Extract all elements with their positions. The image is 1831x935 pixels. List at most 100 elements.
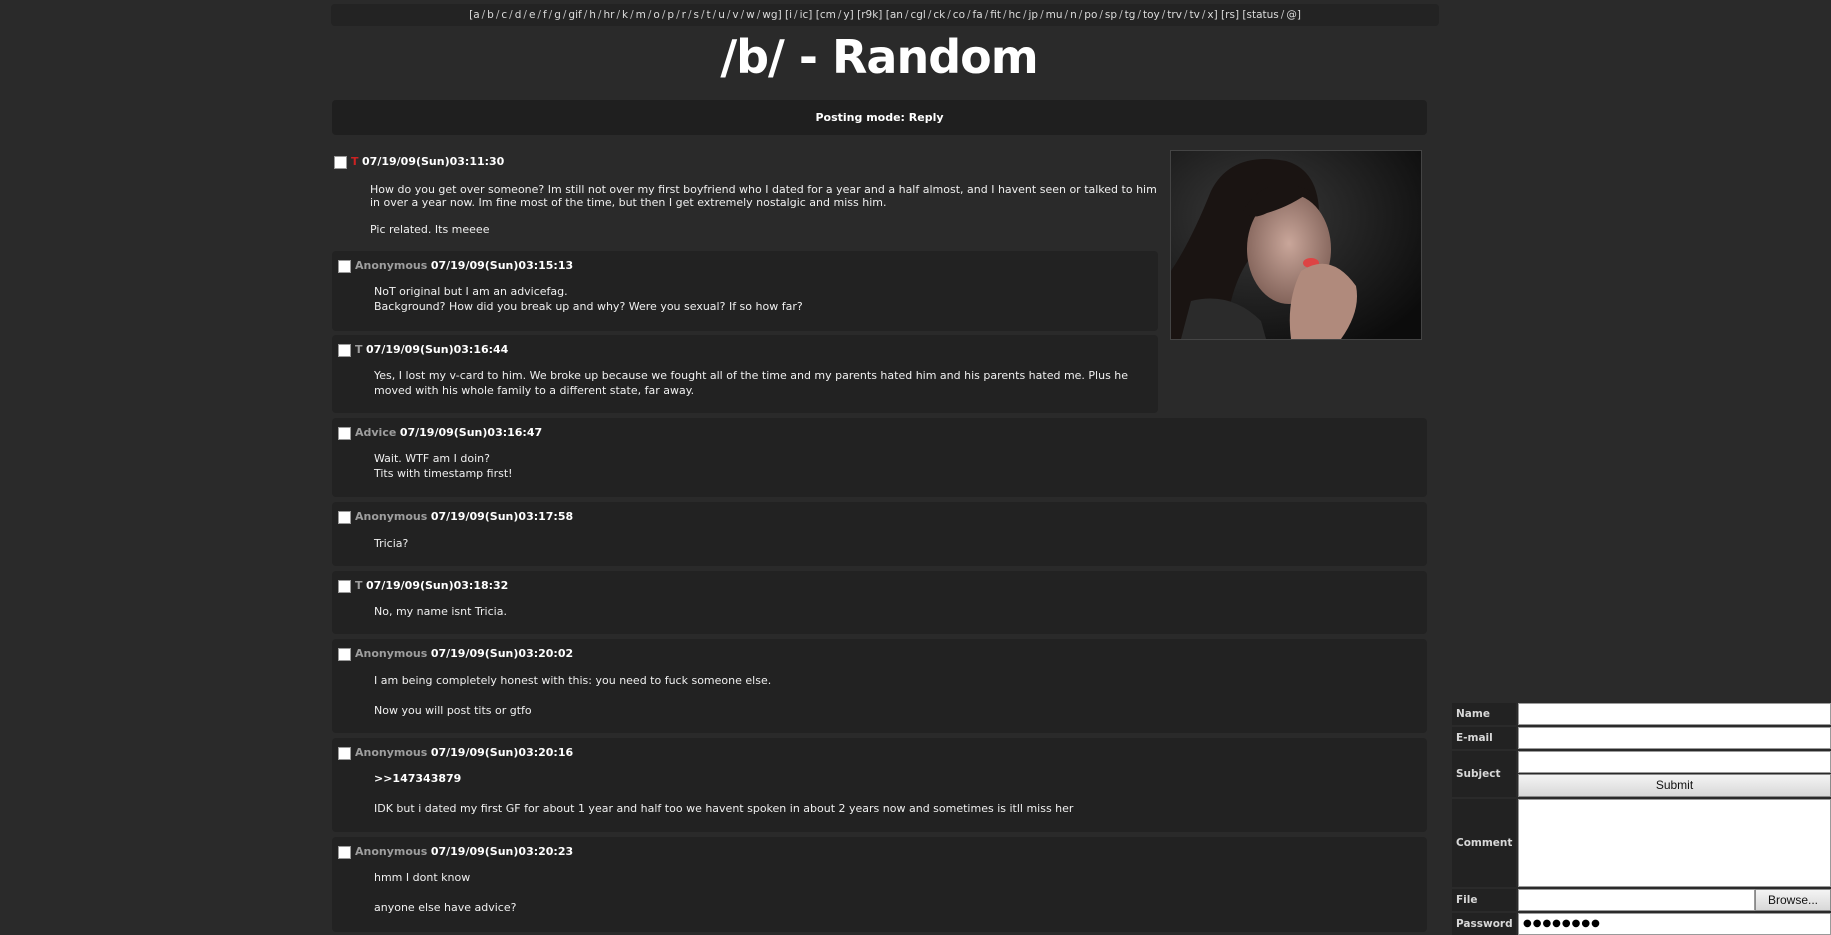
nav-board-link-cgl[interactable]: cgl (910, 9, 925, 21)
quote-link[interactable]: >>147343879 (374, 772, 461, 785)
nav-board-link-gif[interactable]: gif (568, 9, 581, 21)
submit-button[interactable]: Submit (1518, 774, 1831, 797)
nav-board-link-u[interactable]: u (718, 9, 725, 21)
nav-board-link-n[interactable]: n (1070, 9, 1077, 21)
nav-board-link-tg[interactable]: tg (1125, 9, 1136, 21)
nav-board-link-o[interactable]: o (653, 9, 659, 21)
nav-separator: / (927, 9, 932, 21)
reply-timestamp: 07/19/09(Sun)03:16:47 (399, 426, 543, 439)
nav-board-link-co[interactable]: co (953, 9, 965, 21)
nav-board-link-t[interactable]: t (707, 9, 711, 21)
name-input[interactable] (1518, 703, 1831, 725)
reply-post: Advice 07/19/09(Sun)03:16:47 Wait. WTF a… (332, 418, 1427, 497)
reply-header: Anonymous 07/19/09(Sun)03:20:23 (338, 845, 573, 859)
nav-separator: / (562, 9, 567, 21)
op-thumbnail-image[interactable] (1170, 150, 1422, 340)
reply-header: Anonymous 07/19/09(Sun)03:15:13 (338, 259, 573, 273)
email-input[interactable] (1518, 727, 1831, 749)
poster-name: T (355, 343, 363, 356)
nav-board-link-s[interactable]: s (693, 9, 698, 21)
nav-board-link-p[interactable]: p (667, 9, 674, 21)
nav-board-link-status[interactable]: status (1247, 9, 1279, 21)
nav-separator: / (904, 9, 909, 21)
nav-board-link-mu[interactable]: mu (1046, 9, 1063, 21)
nav-separator: / (1137, 9, 1141, 21)
reply-body: NoT original but I am an advicefag. Back… (374, 285, 803, 314)
nav-board-link-toy[interactable]: toy (1143, 9, 1160, 21)
nav-board-link-w[interactable]: w (746, 9, 755, 21)
reply-text: IDK but i dated my first GF for about 1 … (374, 801, 1074, 815)
nav-board-link-a[interactable]: a (473, 9, 479, 21)
nav-board-link-rs[interactable]: rs (1225, 9, 1235, 21)
nav-board-link-hc[interactable]: hc (1009, 9, 1021, 21)
nav-board-link-f[interactable]: f (543, 9, 547, 21)
reply-body: Tricia? (374, 537, 408, 552)
email-label: E-mail (1452, 727, 1516, 749)
nav-separator: / (647, 9, 652, 21)
nav-board-link-r[interactable]: r (682, 9, 686, 21)
nav-board-link-g[interactable]: g (554, 9, 561, 21)
nav-separator: / (794, 9, 798, 21)
nav-board-link-m[interactable]: m (636, 9, 646, 21)
nav-separator: / (597, 9, 602, 21)
nav-board-link-r9k[interactable]: r9k (861, 9, 878, 21)
nav-board-link-fit[interactable]: fit (990, 9, 1001, 21)
nav-board-link-v[interactable]: v (732, 9, 738, 21)
board-title: /b/ - Random (720, 30, 1038, 84)
nav-board-link-hr[interactable]: hr (603, 9, 614, 21)
nav-separator: / (947, 9, 951, 21)
nav-board-link-sp[interactable]: sp (1105, 9, 1117, 21)
nav-board-link-tv[interactable]: tv (1189, 9, 1199, 21)
reply-body: hmm I dont know anyone else have advice? (374, 871, 516, 915)
nav-board-link-d[interactable]: d (515, 9, 522, 21)
reply-header: Advice 07/19/09(Sun)03:16:47 (338, 426, 542, 440)
nav-board-link-c[interactable]: c (501, 9, 507, 21)
reply-select-checkbox[interactable] (338, 579, 351, 593)
nav-board-link-fa[interactable]: fa (973, 9, 983, 21)
nav-board-link-wg[interactable]: wg (762, 9, 777, 21)
nav-board-link-i[interactable]: i (789, 9, 792, 21)
board-navigation: [a / b / c / d / e / f / g / gif / h / hr / k / m / o / p / r / s / t / u /… (331, 4, 1439, 26)
subject-input[interactable] (1518, 751, 1831, 773)
file-label: File (1452, 889, 1516, 911)
nav-board-link-trv[interactable]: trv (1167, 9, 1182, 21)
reply-select-checkbox[interactable] (338, 746, 351, 760)
nav-separator: / (1002, 9, 1007, 21)
reply-body: Yes, I lost my v-card to him. We broke u… (374, 369, 1134, 398)
nav-separator: / (661, 9, 666, 21)
nav-separator: / (616, 9, 620, 21)
nav-board-link-jp[interactable]: jp (1029, 9, 1039, 21)
reply-select-checkbox[interactable] (338, 845, 351, 859)
nav-board-link-po[interactable]: po (1084, 9, 1097, 21)
nav-board-link-an[interactable]: an (890, 9, 903, 21)
op-select-checkbox[interactable] (334, 155, 347, 169)
op-post: T 07/19/09(Sun)03:11:30 How do you get o… (334, 155, 1164, 236)
browse-button[interactable]: Browse... (1755, 889, 1831, 911)
reply-select-checkbox[interactable] (338, 426, 351, 440)
nav-board-link-[interactable]: @ (1286, 9, 1297, 21)
nav-separator: / (1099, 9, 1103, 21)
file-path-input[interactable] (1518, 889, 1755, 911)
comment-textarea[interactable] (1518, 799, 1831, 887)
nav-separator: / (1280, 9, 1285, 21)
op-body-text: How do you get over someone? Im still no… (370, 182, 1157, 209)
nav-board-link-cm[interactable]: cm (820, 9, 836, 21)
reply-select-checkbox[interactable] (338, 259, 351, 273)
nav-board-link-ic[interactable]: ic (800, 9, 809, 21)
reply-select-checkbox[interactable] (338, 510, 351, 524)
poster-name: Anonymous (355, 510, 428, 523)
nav-board-link-k[interactable]: k (622, 9, 628, 21)
name-label: Name (1452, 703, 1516, 725)
nav-board-link-e[interactable]: e (529, 9, 535, 21)
nav-board-link-b[interactable]: b (487, 9, 494, 21)
reply-select-checkbox[interactable] (338, 647, 351, 661)
nav-separator: / (687, 9, 692, 21)
nav-board-link-ck[interactable]: ck (933, 9, 945, 21)
poster-name: Advice (355, 426, 397, 439)
reply-text: No, my name isnt Tricia. (374, 605, 507, 618)
reply-select-checkbox[interactable] (338, 343, 351, 357)
reply-body: No, my name isnt Tricia. (374, 605, 507, 620)
password-input[interactable]: ●●●●●●●● (1518, 913, 1831, 935)
nav-separator: / (1040, 9, 1044, 21)
nav-board-link-h[interactable]: h (589, 9, 596, 21)
